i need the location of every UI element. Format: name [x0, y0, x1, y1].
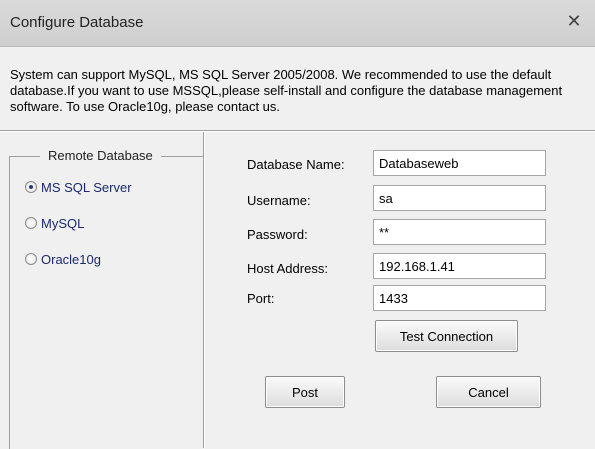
database-name-label: Database Name: — [247, 157, 345, 172]
radio-unselected-icon[interactable] — [25, 217, 37, 229]
close-icon[interactable]: ✕ — [563, 10, 585, 32]
radio-label: MySQL — [41, 215, 85, 231]
username-input[interactable] — [373, 185, 546, 211]
database-name-input[interactable] — [373, 150, 546, 176]
post-button[interactable]: Post — [265, 376, 345, 408]
radio-unselected-icon[interactable] — [25, 253, 37, 265]
title-bar: Configure Database ✕ — [0, 0, 595, 47]
radio-ms-sql-server[interactable]: MS SQL Server — [25, 178, 132, 196]
port-label: Port: — [247, 291, 275, 306]
radio-selected-icon[interactable] — [25, 181, 37, 193]
remote-database-legend: Remote Database — [40, 148, 161, 163]
vertical-divider — [203, 132, 205, 448]
host-address-label: Host Address: — [247, 261, 328, 276]
description-text: System can support MySQL, MS SQL Server … — [10, 67, 563, 114]
username-label: Username: — [247, 193, 311, 208]
password-input[interactable] — [373, 219, 546, 245]
window-title: Configure Database — [10, 14, 144, 31]
cancel-button[interactable]: Cancel — [436, 376, 541, 408]
radio-label: MS SQL Server — [41, 179, 132, 195]
password-label: Password: — [247, 227, 308, 242]
host-address-input[interactable] — [373, 253, 546, 279]
horizontal-divider — [0, 130, 595, 132]
radio-mysql[interactable]: MySQL — [25, 214, 84, 232]
remote-database-group: Remote Database MS SQL Server MySQL Orac… — [9, 148, 203, 449]
port-input[interactable] — [373, 285, 546, 311]
test-connection-button[interactable]: Test Connection — [375, 320, 518, 352]
radio-oracle10g[interactable]: Oracle10g — [25, 250, 101, 268]
radio-label: Oracle10g — [41, 251, 101, 267]
